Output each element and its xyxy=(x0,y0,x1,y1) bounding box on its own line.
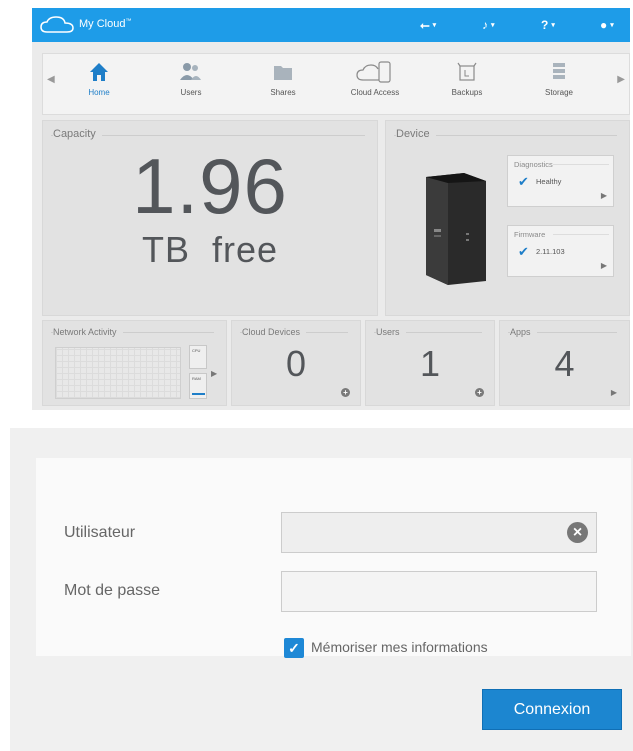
notifications-menu-button[interactable]: ♪ ▾ xyxy=(482,16,495,34)
help-icon: ? xyxy=(541,18,549,32)
add-icon[interactable]: + xyxy=(341,388,350,397)
login-submit-button[interactable]: Connexion xyxy=(482,689,622,730)
nav-label-home: Home xyxy=(88,88,110,97)
ram-bar xyxy=(192,393,205,395)
chevron-down-icon: ▾ xyxy=(610,22,614,29)
chevron-down-icon: ▾ xyxy=(491,22,495,29)
nav-label-cloud-access: Cloud Access xyxy=(350,88,400,97)
usb-menu-button[interactable]: ⭠ ▾ xyxy=(420,16,436,34)
login-card: Utilisateur × Mot de passe ✓ Mémoriser m… xyxy=(36,458,631,658)
chevron-right-icon: ▶ xyxy=(600,191,607,200)
apps-count: 4 xyxy=(554,343,575,384)
cloud-devices-tile[interactable]: Cloud Devices 0 + xyxy=(231,320,361,406)
network-activity-title: Network Activity xyxy=(53,327,123,337)
folder-icon xyxy=(274,66,292,80)
diagnostics-title: Diagnostics xyxy=(514,160,553,169)
top-bar: My Cloud™ ⭠ ▾ ♪ ▾ ? ▾ ● ▾ xyxy=(32,8,630,42)
user-menu-button[interactable]: ● ▾ xyxy=(600,16,614,34)
cpu-label: CPU xyxy=(192,348,201,353)
storage-icon xyxy=(553,63,565,79)
device-panel: Device Diagnostics ✔ Healthy ▶ Firmware … xyxy=(385,120,630,316)
nas-device-image xyxy=(426,173,486,285)
add-icon[interactable]: + xyxy=(475,388,484,397)
diagnostics-status: Healthy xyxy=(536,177,562,186)
nav-right-arrow-icon[interactable]: ▶ xyxy=(617,74,625,85)
network-graph xyxy=(55,347,181,399)
capacity-value: 1.96 xyxy=(132,142,288,230)
usb-icon: ⭠ xyxy=(420,17,430,32)
bell-icon: ♪ xyxy=(482,18,488,32)
nav-label-shares: Shares xyxy=(270,88,296,97)
nav-label-users: Users xyxy=(180,88,202,97)
chevron-down-icon: ▾ xyxy=(551,22,555,29)
password-label: Mot de passe xyxy=(64,582,161,599)
nav-bar: ◀ Home Users Shares Cloud Access Backups… xyxy=(42,53,630,115)
app-title: My Cloud™ xyxy=(79,18,132,30)
ram-meter: RAM xyxy=(189,373,207,399)
box-divider xyxy=(553,164,609,165)
users-count: 1 xyxy=(419,343,441,384)
help-menu-button[interactable]: ? ▾ xyxy=(541,16,555,34)
nav-item-home[interactable]: Home xyxy=(59,60,139,97)
cloud-device-icon xyxy=(356,61,391,83)
apps-tile[interactable]: Apps 4 ▶ xyxy=(499,320,630,406)
firmware-button[interactable]: Firmware ✔ 2.11.103 ▶ xyxy=(507,225,614,277)
username-label: Utilisateur xyxy=(64,524,136,541)
user-icon: ● xyxy=(600,18,608,32)
nav-label-backups: Backups xyxy=(451,88,483,97)
nav-item-cloud-access[interactable]: Cloud Access xyxy=(335,60,415,97)
remember-me-checkbox[interactable]: ✓ xyxy=(284,638,304,658)
device-title: Device xyxy=(396,128,436,140)
clear-icon[interactable]: × xyxy=(567,522,588,543)
nav-left-arrow-icon[interactable]: ◀ xyxy=(47,74,55,85)
dashboard-screenshot: My Cloud™ ⭠ ▾ ♪ ▾ ? ▾ ● ▾ ◀ Home Users S… xyxy=(32,8,630,410)
users-icon xyxy=(180,63,201,80)
capacity-unit: TB free xyxy=(141,229,279,270)
capacity-panel: Capacity 1.96 TB free xyxy=(42,120,378,316)
firmware-version: 2.11.103 xyxy=(536,247,565,256)
diagnostics-button[interactable]: Diagnostics ✔ Healthy ▶ xyxy=(507,155,614,207)
chevron-right-icon: ▶ xyxy=(600,261,607,270)
nav-label-storage: Storage xyxy=(544,88,574,97)
nav-item-storage[interactable]: Storage xyxy=(519,60,599,97)
nav-item-users[interactable]: Users xyxy=(151,60,231,97)
network-activity-tile[interactable]: Network Activity CPU RAM ▶ xyxy=(42,320,227,406)
capacity-title: Capacity xyxy=(53,128,102,140)
cloud-logo-icon xyxy=(40,16,74,33)
backup-icon xyxy=(457,62,477,81)
login-panel: Utilisateur × Mot de passe ✓ Mémoriser m… xyxy=(10,428,633,751)
password-input[interactable] xyxy=(281,571,597,612)
ram-label: RAM xyxy=(192,376,201,381)
box-divider xyxy=(553,234,609,235)
username-input[interactable] xyxy=(281,512,597,553)
apps-title: Apps xyxy=(510,327,537,337)
chevron-down-icon: ▾ xyxy=(432,22,437,29)
cpu-meter: CPU xyxy=(189,345,207,369)
cloud-devices-title: Cloud Devices xyxy=(242,327,307,337)
users-tile[interactable]: Users 1 + xyxy=(365,320,495,406)
check-icon: ✔ xyxy=(518,244,529,259)
cloud-devices-count: 0 xyxy=(285,343,307,384)
home-icon xyxy=(90,63,108,81)
users-tile-title: Users xyxy=(376,327,406,337)
remember-me-label: Mémoriser mes informations xyxy=(311,639,488,655)
firmware-title: Firmware xyxy=(514,230,546,239)
chevron-right-icon: ▶ xyxy=(211,369,218,378)
chevron-right-icon: ▶ xyxy=(610,388,617,397)
nav-item-backups[interactable]: Backups xyxy=(427,60,507,97)
check-icon: ✔ xyxy=(518,174,529,189)
nav-item-shares[interactable]: Shares xyxy=(243,60,323,97)
